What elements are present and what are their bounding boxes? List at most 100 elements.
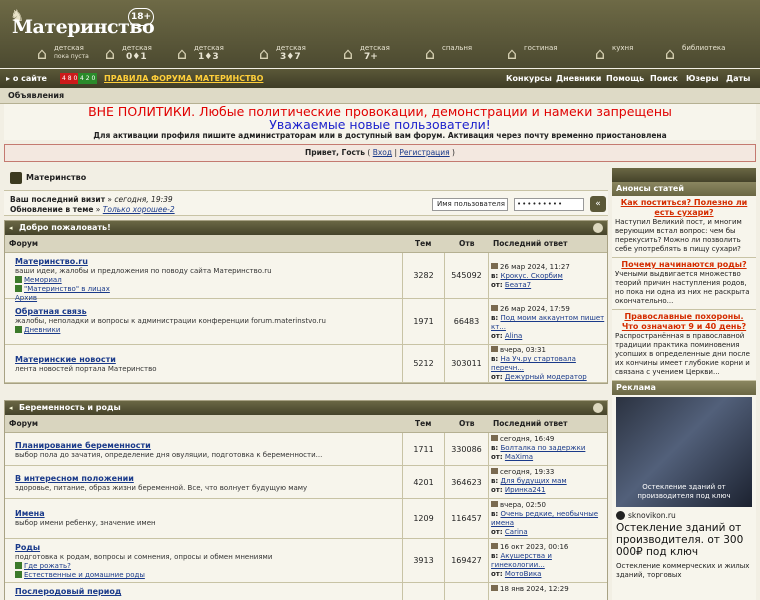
room-library[interactable]: ⌂ библиотека xyxy=(660,42,730,68)
category-header[interactable]: ◂ Добро пожаловать! xyxy=(5,221,607,235)
replies-count: 545092 xyxy=(445,253,489,298)
breadcrumb: Материнство xyxy=(4,168,608,188)
room-nursery-empty[interactable]: ⌂ детская 0 пока пуста xyxy=(32,42,102,68)
last-user-link[interactable]: Carina xyxy=(505,528,528,536)
article-item[interactable]: Как поститься? Полезно ли есть сухари? Н… xyxy=(612,196,756,258)
forum-name[interactable]: Послеродовый период xyxy=(15,587,402,597)
room-living[interactable]: ⌂ гостиная xyxy=(502,42,572,68)
forum-name[interactable]: Имена xyxy=(15,509,402,519)
article-desc: Распространённая в православной традиции… xyxy=(615,332,750,376)
topics-count: 3913 xyxy=(403,539,445,582)
nav-search[interactable]: Поиск xyxy=(650,69,678,88)
subforum-link[interactable]: Где рожать? xyxy=(15,562,402,571)
announcement-box: ВНЕ ПОЛИТИКИ. Любые политические провока… xyxy=(4,104,756,140)
topics-count: 1971 xyxy=(403,299,445,344)
register-link[interactable]: Регистрация xyxy=(399,148,449,157)
forum-row: Материнство.ru ваши идеи, жалобы и предл… xyxy=(5,253,607,302)
last-topic-link[interactable]: На Уч.ру стартовала перечн... xyxy=(491,355,576,372)
last-post: сегодня, 19:33 в: Для будущих мам от: Ир… xyxy=(491,468,567,494)
last-visit-label: Ваш последний визит xyxy=(10,195,106,204)
forum-row: В интересном положении здоровье, питание… xyxy=(5,466,607,499)
last-topic-link[interactable]: Болталка по задержки xyxy=(500,444,585,452)
forum-row: Обратная связь жалобы, неполадки и вопро… xyxy=(5,299,607,345)
room-nursery-3-7[interactable]: ⌂ детская 3♦7 xyxy=(254,42,324,68)
article-title[interactable]: Почему начинаются роды? xyxy=(615,260,753,270)
post-icon xyxy=(491,501,498,507)
nav-about[interactable]: ▸ о сайте xyxy=(6,69,47,88)
password-input[interactable]: ••••••••• xyxy=(514,198,584,211)
ad-domain[interactable]: sknovikon.ru xyxy=(616,511,752,520)
room-nursery-7-plus[interactable]: ⌂ детская 7+ xyxy=(338,42,408,68)
forum-name[interactable]: В интересном положении xyxy=(15,474,402,484)
last-topic-link[interactable]: Для будущих мам xyxy=(500,477,566,485)
top-nav: ▸ о сайте 4 8 0 4 2 0 ПРАВИЛА ФОРУМА МАТ… xyxy=(0,69,760,88)
room-kitchen[interactable]: ⌂ кухня xyxy=(590,42,660,68)
last-topic-link[interactable]: Под моим аккаунтом пишет кт... xyxy=(491,314,604,331)
topics-count: 5212 xyxy=(403,345,445,382)
ad-banner-image[interactable]: Остекление зданий от производителя под к… xyxy=(616,397,752,507)
breadcrumb-current[interactable]: Материнство xyxy=(26,173,86,182)
ad-headline[interactable]: Остекление зданий от производителя. от 3… xyxy=(616,522,752,558)
last-user-link[interactable]: MaXima xyxy=(505,453,533,461)
last-topic-link[interactable]: Очень редкие, необычные имена xyxy=(491,510,598,527)
subforum-link[interactable]: Естественные и домашние роды xyxy=(15,571,402,580)
last-user-link[interactable]: МотоВика xyxy=(505,570,542,578)
forum-desc: подготовка к родам, вопросы и сомнения, … xyxy=(15,553,273,561)
last-user-link[interactable]: Беата7 xyxy=(505,281,531,289)
forum-row: Роды подготовка к родам, вопросы и сомне… xyxy=(5,539,607,583)
toggle-icon[interactable] xyxy=(593,403,603,413)
room-bedroom[interactable]: ⌂ спальня xyxy=(420,42,490,68)
subforum-link[interactable]: "Материнство" в лицах xyxy=(15,285,402,294)
forum-name[interactable]: Материнство.ru xyxy=(15,257,402,267)
sidebar-top-bar xyxy=(612,168,756,182)
category-header[interactable]: ◂ Беременность и роды xyxy=(5,401,607,415)
forum-name[interactable]: Планирование беременности xyxy=(15,441,402,451)
site-logo[interactable]: ♞ Материнство 18+ xyxy=(4,2,155,46)
forum-row: Материнские новости лента новостей порта… xyxy=(5,345,607,383)
forum-name[interactable]: Материнские новости xyxy=(15,355,402,365)
article-title[interactable]: Как поститься? Полезно ли есть сухари? xyxy=(615,198,753,218)
post-icon xyxy=(491,468,498,474)
room-nursery-0-1[interactable]: ⌂ детская 0♦1 xyxy=(100,42,170,68)
forum-desc: выбор пола до зачатия, определение дня о… xyxy=(15,451,323,459)
article-desc: Наступил Великий пост, и многим верующим… xyxy=(615,218,742,253)
greeting-text: Привет, Гость xyxy=(305,148,366,157)
nav-diaries[interactable]: Дневники xyxy=(556,69,601,88)
category-welcome: ◂ Добро пожаловать! Форум Тем Отв Послед… xyxy=(4,220,608,384)
nav-dates[interactable]: Даты xyxy=(726,69,750,88)
post-icon xyxy=(491,543,498,549)
last-user-link[interactable]: Alina xyxy=(505,332,522,340)
last-user-link[interactable]: Иринка241 xyxy=(505,486,546,494)
forum-desc: выбор имени ребенку, значение имен xyxy=(15,519,156,527)
login-submit-button[interactable]: « xyxy=(590,196,606,212)
article-title[interactable]: Православные похороны. Что означают 9 и … xyxy=(615,312,753,332)
subforum-link[interactable]: Мемориал xyxy=(15,276,402,285)
forum-row: Имена выбор имени ребенку, значение имен… xyxy=(5,499,607,539)
login-link[interactable]: Вход xyxy=(373,148,392,157)
last-topic-link[interactable]: Акушерства и гинекологии... xyxy=(491,552,552,569)
last-user-link[interactable]: Дежурный модератор xyxy=(505,373,587,381)
forum-rules-link[interactable]: ПРАВИЛА ФОРУМА МАТЕРИНСТВО xyxy=(104,69,263,88)
nav-help[interactable]: Помощь xyxy=(606,69,644,88)
last-topic-link[interactable]: Крокус. Скорбим xyxy=(500,272,562,280)
ad-header: Реклама xyxy=(612,381,756,395)
home-icon[interactable] xyxy=(10,172,22,184)
forum-name[interactable]: Роды xyxy=(15,543,402,553)
topic-update-link[interactable]: Только хорошее-2 xyxy=(103,205,175,214)
forum-name[interactable]: Обратная связь xyxy=(15,307,402,317)
nav-contests[interactable]: Конкурсы xyxy=(506,69,552,88)
replies-count: 303011 xyxy=(445,345,489,382)
nav-users[interactable]: Юзеры xyxy=(686,69,718,88)
announcement-activation: Для активации профиля пишите администрат… xyxy=(93,131,667,140)
article-item[interactable]: Почему начинаются роды? Учеными выдвигае… xyxy=(612,258,756,310)
forum-row: Планирование беременности выбор пола до … xyxy=(5,433,607,466)
announcement-politics: ВНЕ ПОЛИТИКИ. Любые политические провока… xyxy=(88,104,672,119)
greeting-bar: Привет, Гость ( Вход | Регистрация ) xyxy=(4,144,756,162)
topics-count: 4201 xyxy=(403,466,445,498)
room-nursery-1-3[interactable]: ⌂ детская 1♦3 xyxy=(172,42,242,68)
username-input[interactable]: Имя пользователя xyxy=(432,198,508,211)
forum-row: Послеродовый период 18 янв 2024, 12:29 xyxy=(5,583,607,600)
toggle-icon[interactable] xyxy=(593,223,603,233)
article-item[interactable]: Православные похороны. Что означают 9 и … xyxy=(612,310,756,381)
subforum-link[interactable]: Дневники xyxy=(15,326,402,335)
